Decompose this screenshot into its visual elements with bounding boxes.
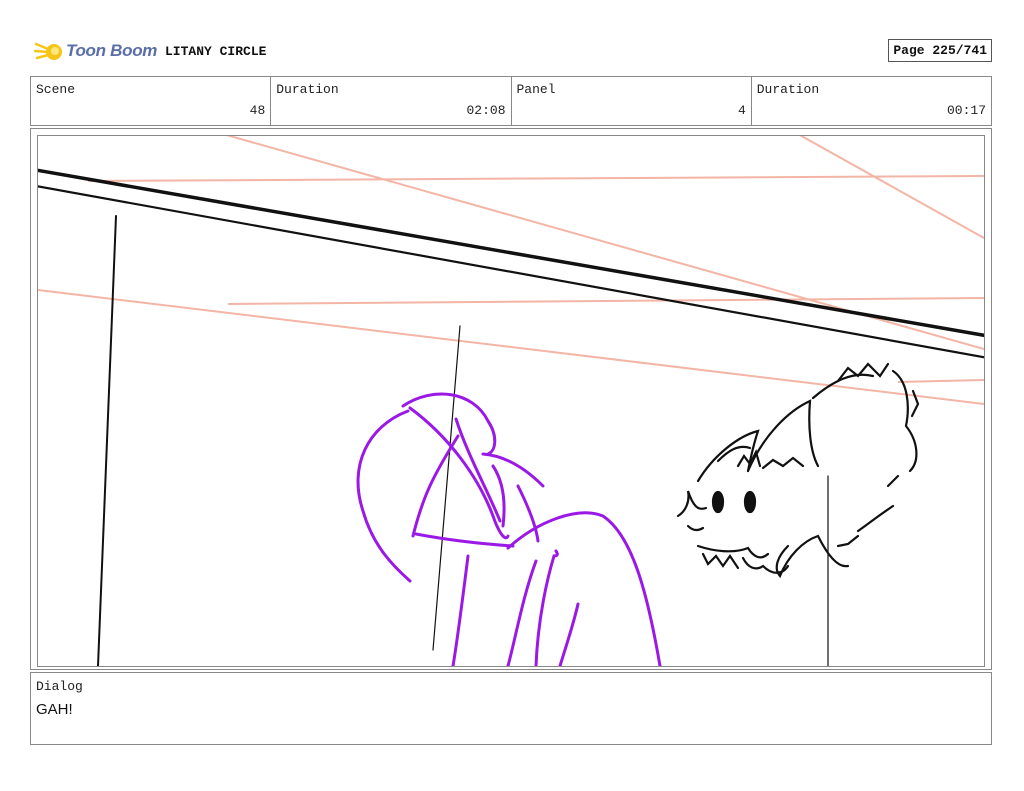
- dialog-text: GAH!: [36, 701, 73, 718]
- scene-label: Scene: [36, 82, 76, 97]
- panel-drawing-area: [37, 135, 985, 667]
- panel-duration-label: Duration: [756, 82, 820, 97]
- scene-value: 48: [249, 103, 266, 118]
- panel-value: 4: [737, 103, 746, 118]
- creature-sketch: [676, 362, 920, 579]
- panel-duration-value: 00:17: [946, 103, 986, 118]
- logo-text: Toon Boom: [66, 41, 158, 60]
- dialog-box: Dialog GAH!: [30, 672, 992, 745]
- storyboard-header: Toon Boom LITANY CIRCLE Page 225/741: [30, 36, 992, 70]
- scene-duration-label: Duration: [276, 82, 339, 97]
- comet-icon: [34, 42, 62, 60]
- scene-duration-cell: Duration 02:08: [271, 77, 512, 125]
- beam-lines: [38, 168, 984, 666]
- toon-boom-logo: Toon Boom: [34, 38, 157, 64]
- figure-sketch: [356, 392, 662, 666]
- project-title: LITANY CIRCLE: [165, 44, 267, 59]
- guide-lines: [38, 136, 984, 405]
- panel-duration-cell: Duration 00:17: [752, 77, 991, 125]
- scene-duration-value: 02:08: [466, 103, 506, 118]
- panel-info-row: Scene 48 Duration 02:08 Panel 4 Duration…: [30, 76, 992, 126]
- sketch-drawing: [38, 136, 984, 666]
- dialog-label: Dialog: [36, 679, 83, 694]
- page-indicator: Page 225/741: [888, 39, 992, 62]
- scene-cell: Scene 48: [31, 77, 272, 125]
- panel-cell: Panel 4: [512, 77, 752, 125]
- panel-label: Panel: [516, 82, 556, 97]
- panel-frame: [30, 128, 992, 670]
